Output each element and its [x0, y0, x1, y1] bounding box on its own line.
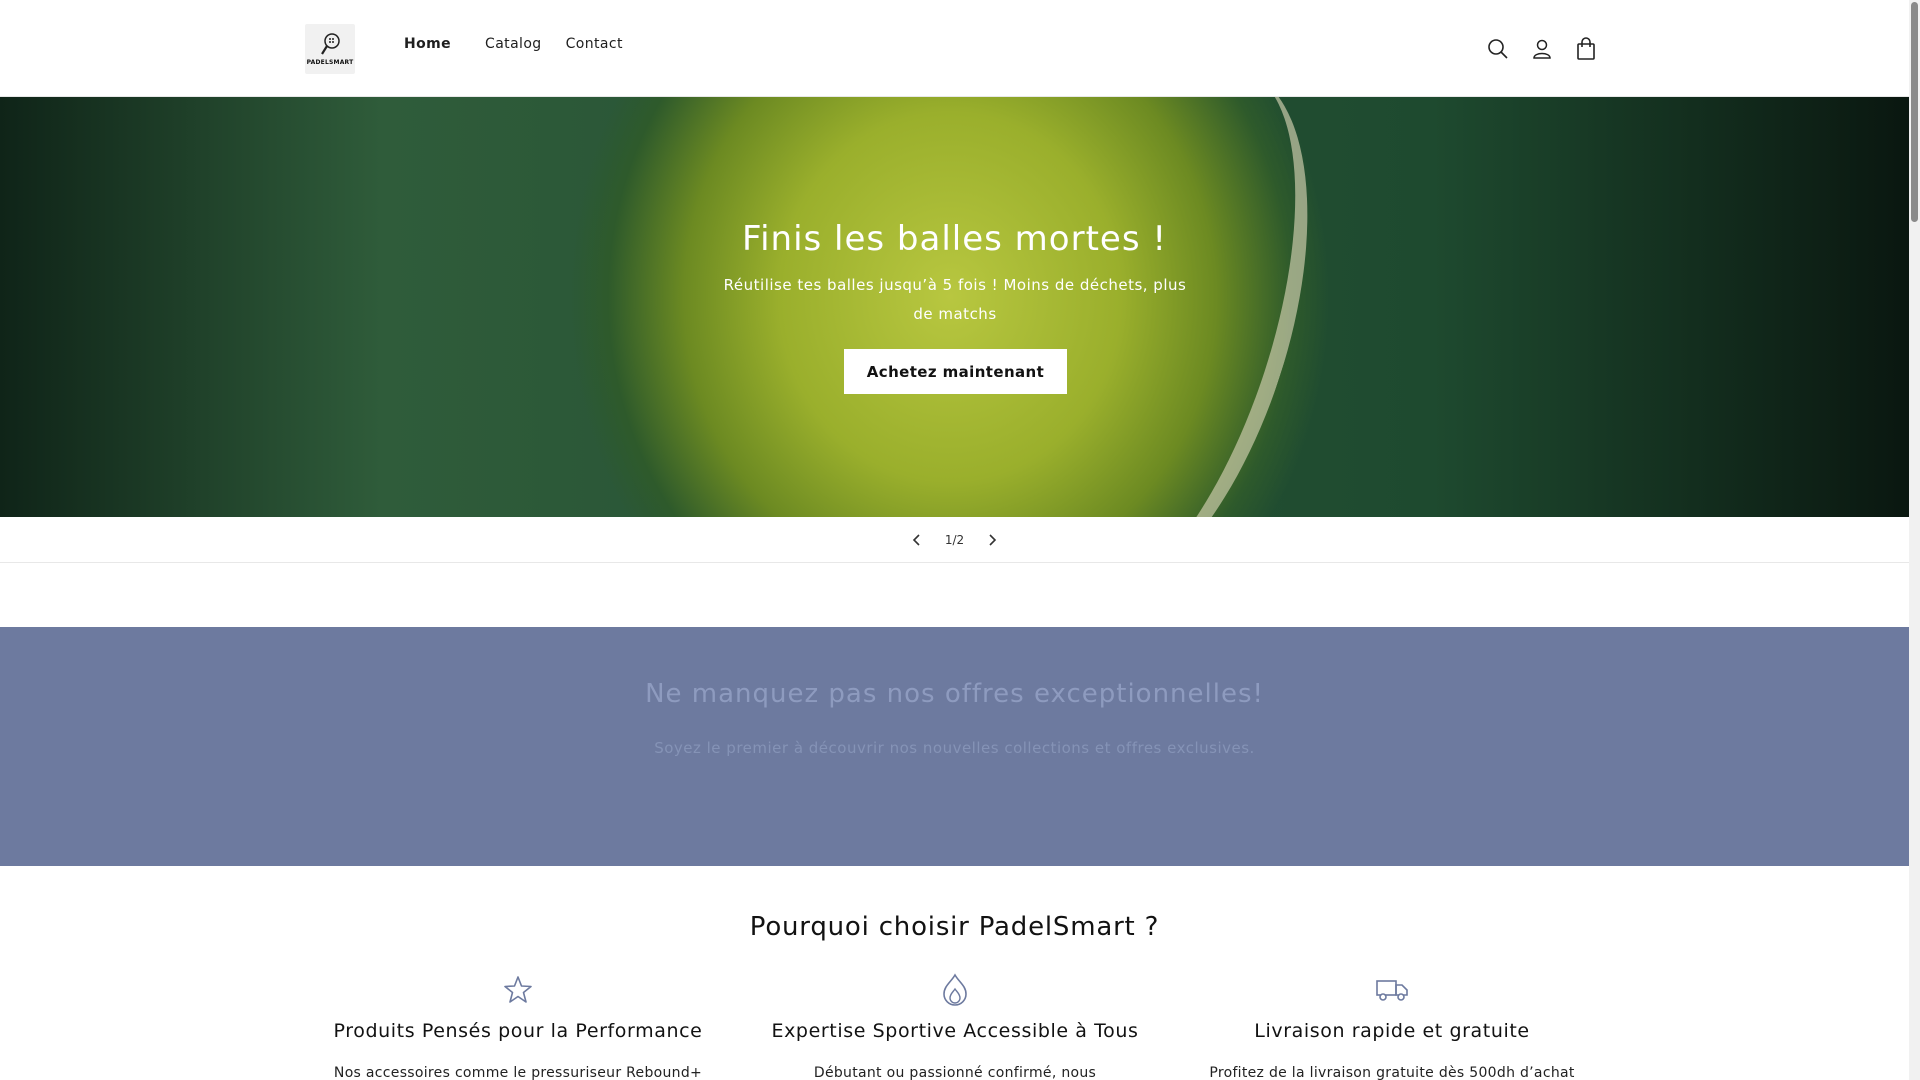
chevron-right-icon[interactable] [970, 518, 1014, 562]
hero-title: Finis les balles mortes ! [742, 219, 1167, 259]
feature-text: Profitez de la livraison gratuite dès 50… [1209, 1065, 1575, 1080]
feature-title: Expertise Sportive Accessible à Tous [771, 1020, 1139, 1042]
logo-text: PADELSMART [306, 59, 354, 66]
cart-icon[interactable] [1571, 34, 1601, 64]
racket-logo-icon [321, 33, 340, 55]
feature-text: Débutant ou passionné confirmé, nous [813, 1065, 1097, 1080]
nav-catalog[interactable]: Catalog [485, 36, 542, 52]
truck-icon [1172, 972, 1612, 1008]
newsletter-section: Ne manquez pas nos offres exceptionnelle… [0, 627, 1909, 866]
shop-now-button[interactable]: Achetez maintenant [844, 349, 1067, 394]
feature-expertise: Expertise Sportive Accessible à Tous Déb… [735, 972, 1175, 1080]
site-header: PADELSMART Home Catalog Contact [0, 0, 1909, 97]
feature-delivery: Livraison rapide et gratuite Profitez de… [1172, 972, 1612, 1080]
nav-home[interactable]: Home [404, 36, 451, 52]
hero-subtitle: Réutilise tes balles jusqu’à 5 fois ! Mo… [723, 276, 1187, 323]
slide-counter: 1/2 [944, 532, 965, 547]
logo[interactable]: PADELSMART [305, 24, 355, 74]
account-icon[interactable] [1527, 34, 1557, 64]
page: PADELSMART Home Catalog Contact Finis le… [0, 0, 1909, 1080]
scrollbar-thumb[interactable] [1911, 2, 1918, 222]
main-nav: Home Catalog Contact [390, 36, 647, 52]
nav-contact[interactable]: Contact [566, 36, 623, 52]
why-title: Pourquoi choisir PadelSmart ? [749, 912, 1160, 942]
star-icon [298, 972, 738, 1008]
slider-controls: 1/2 [0, 517, 1909, 563]
page-scrollbar[interactable] [1909, 0, 1920, 1080]
hero-content: Finis les balles mortes ! Réutilise tes … [0, 97, 1909, 517]
feature-title: Produits Pensés pour la Performance [333, 1020, 703, 1042]
feature-performance: Produits Pensés pour la Performance Nos … [298, 972, 738, 1080]
header-actions [1483, 34, 1615, 64]
feature-text: Nos accessoires comme le pressuriseur Re… [333, 1065, 703, 1080]
newsletter-title: Ne manquez pas nos offres exceptionnelle… [645, 679, 1264, 709]
hero-banner: Finis les balles mortes ! Réutilise tes … [0, 97, 1909, 517]
feature-title: Livraison rapide et gratuite [1254, 1020, 1530, 1042]
flame-icon [735, 972, 1175, 1008]
search-icon[interactable] [1483, 34, 1513, 64]
chevron-left-icon[interactable] [895, 518, 939, 562]
newsletter-subtitle: Soyez le premier à découvrir nos nouvell… [654, 739, 1255, 757]
